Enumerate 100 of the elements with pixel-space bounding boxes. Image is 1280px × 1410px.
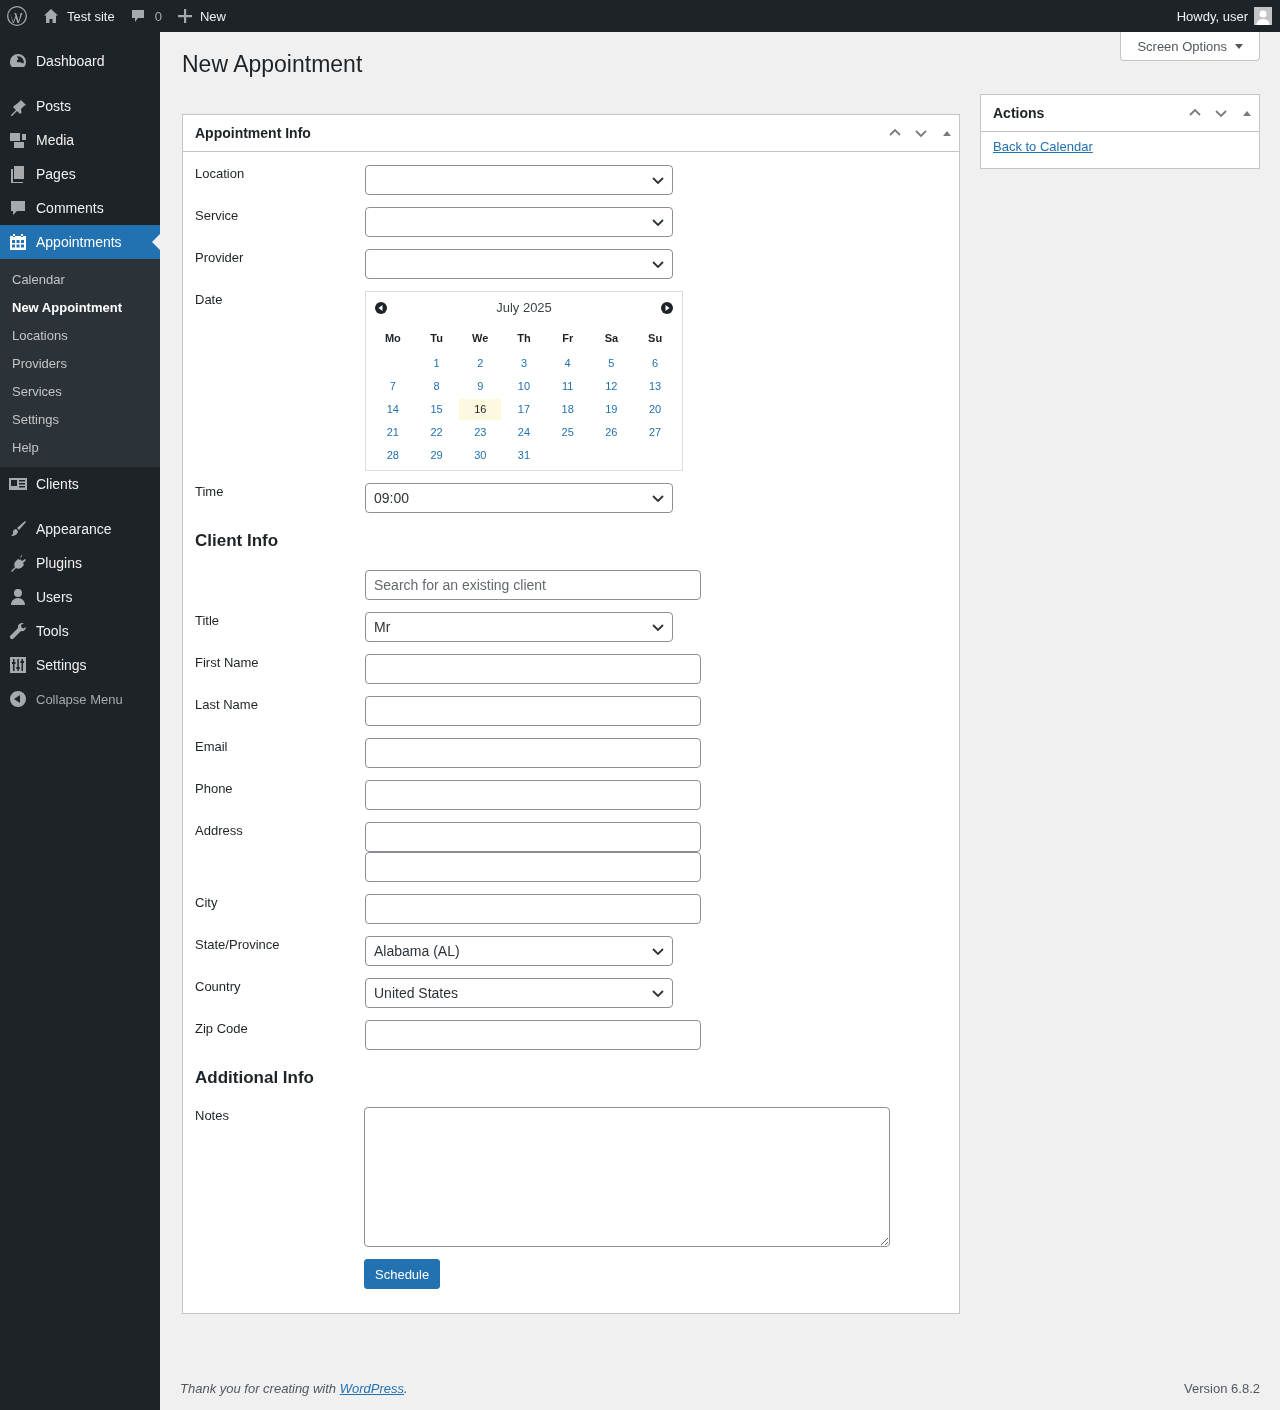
dropdown-field[interactable]: Alabama (AL) [365,936,673,966]
menu-item[interactable]: Users [0,580,160,614]
calendar-day[interactable]: 22 [415,422,458,443]
calendar-day[interactable]: 26 [590,422,633,443]
menu-item[interactable]: Pages [0,157,160,191]
field-label: First Name [195,654,260,672]
menu-item[interactable]: Dashboard [0,44,160,78]
calendar-day[interactable]: 17 [503,399,545,420]
calendar-day[interactable]: 18 [546,399,589,420]
calendar-day[interactable]: 6 [634,353,676,374]
collapse-menu-button[interactable]: Collapse Menu [0,682,160,716]
field-label: Zip Code [195,1020,249,1038]
calendar-day[interactable]: 1 [415,353,458,374]
menu-item[interactable]: Appointments [0,225,160,259]
text-field[interactable] [365,738,701,768]
site-link[interactable]: Test site [35,0,123,32]
section-heading: Additional Info [195,1067,315,1089]
text-field[interactable] [365,822,701,852]
submenu-item[interactable]: Services [0,378,160,406]
text-field[interactable] [365,852,701,882]
wordpress-link[interactable]: WordPress [339,1381,404,1396]
next-month-icon[interactable] [661,301,673,314]
text-field[interactable] [365,894,701,924]
menu-item[interactable]: Appearance [0,512,160,546]
calendar-day[interactable]: 30 [459,445,502,466]
submenu-item[interactable]: Calendar [0,266,160,294]
field-label: Address [195,822,244,840]
dropdown-field[interactable] [365,207,673,237]
menu-item[interactable]: Posts [0,89,160,123]
text-field[interactable] [365,1020,701,1050]
field-label: Email [195,738,229,756]
submenu-item[interactable]: Providers [0,350,160,378]
calendar-day[interactable]: 24 [503,422,545,443]
weekday-header: Tu [429,330,444,346]
images-icon [8,130,28,150]
text-field[interactable]: Search for an existing client [365,570,701,600]
calendar-day[interactable]: 3 [503,353,545,374]
calendar-day[interactable]: 7 [372,376,414,397]
dropdown-field[interactable]: 09:00 [365,483,673,513]
previous-month-icon[interactable] [375,301,387,314]
wrench-icon [8,621,28,641]
account-link[interactable]: Howdy, user [1168,0,1280,32]
calendar-day[interactable]: 5 [590,353,633,374]
notes-field[interactable] [364,1107,890,1247]
section-heading: Client Info [195,530,280,552]
calendar-day[interactable]: 2 [459,353,502,374]
calendar-day[interactable]: 27 [634,422,676,443]
version-text: Version 6.8.2 [1184,1380,1260,1398]
menu-item[interactable]: Clients [0,467,160,501]
menu-item[interactable]: Comments [0,191,160,225]
calendar-day[interactable]: 19 [590,399,633,420]
weekday-header: Su [647,330,664,346]
calendar-day[interactable]: 23 [459,422,502,443]
submenu-item[interactable]: Help [0,434,160,462]
calendar-day[interactable]: 10 [503,376,545,397]
field-label: Location [195,165,246,183]
comments-link[interactable]: 0 [122,0,170,32]
calendar-day[interactable]: 14 [372,399,414,420]
plus-icon [177,9,192,23]
calendar-day[interactable]: 9 [459,376,502,397]
menu-item[interactable]: Media [0,123,160,157]
calendar-day[interactable]: 15 [415,399,458,420]
field-label: Last Name [195,696,259,714]
text-field[interactable] [365,696,701,726]
avatar-icon [1254,7,1272,25]
calendar-day[interactable]: 29 [415,445,458,466]
circle-arrow-left-icon [8,689,28,709]
calendar-day[interactable]: 28 [372,445,414,466]
screen-options-button[interactable]: Screen Options [1120,32,1260,61]
submenu-item[interactable]: Locations [0,322,160,350]
schedule-button[interactable]: Schedule [364,1259,441,1289]
text-field[interactable] [365,780,701,810]
calendar-day[interactable]: 11 [546,376,589,397]
menu-item[interactable]: Plugins [0,546,160,580]
submenu-item[interactable]: Settings [0,406,160,434]
calendar-day[interactable]: 16 [459,399,502,420]
calendar-day[interactable]: 25 [546,422,589,443]
field-label: Notes [195,1107,230,1125]
text-field[interactable] [365,654,701,684]
submenu-item[interactable]: New Appointment [0,294,160,322]
calendar-day[interactable]: 31 [503,445,545,466]
dropdown-field[interactable]: Mr [365,612,673,642]
dropdown-field[interactable]: United States [365,978,673,1008]
field-label: Service [195,207,240,225]
calendar-day[interactable]: 8 [415,376,458,397]
menu-item[interactable]: Settings [0,648,160,682]
page-title: New Appointment [182,50,364,79]
calendar-day[interactable]: 4 [546,353,589,374]
menu-item[interactable]: Tools [0,614,160,648]
triangle-up-icon[interactable] [1243,110,1251,116]
calendar-day[interactable]: 21 [372,422,414,443]
back-to-calendar-link[interactable]: Back to Calendar [993,139,1093,154]
calendar-day[interactable]: 13 [634,376,676,397]
calendar-day[interactable]: 12 [590,376,633,397]
dropdown-field[interactable] [365,165,673,195]
new-link[interactable]: New [169,0,234,32]
w-logo-icon[interactable] [7,6,27,26]
triangle-up-icon[interactable] [943,130,951,136]
calendar-day[interactable]: 20 [634,399,676,420]
dropdown-field[interactable] [365,249,673,279]
